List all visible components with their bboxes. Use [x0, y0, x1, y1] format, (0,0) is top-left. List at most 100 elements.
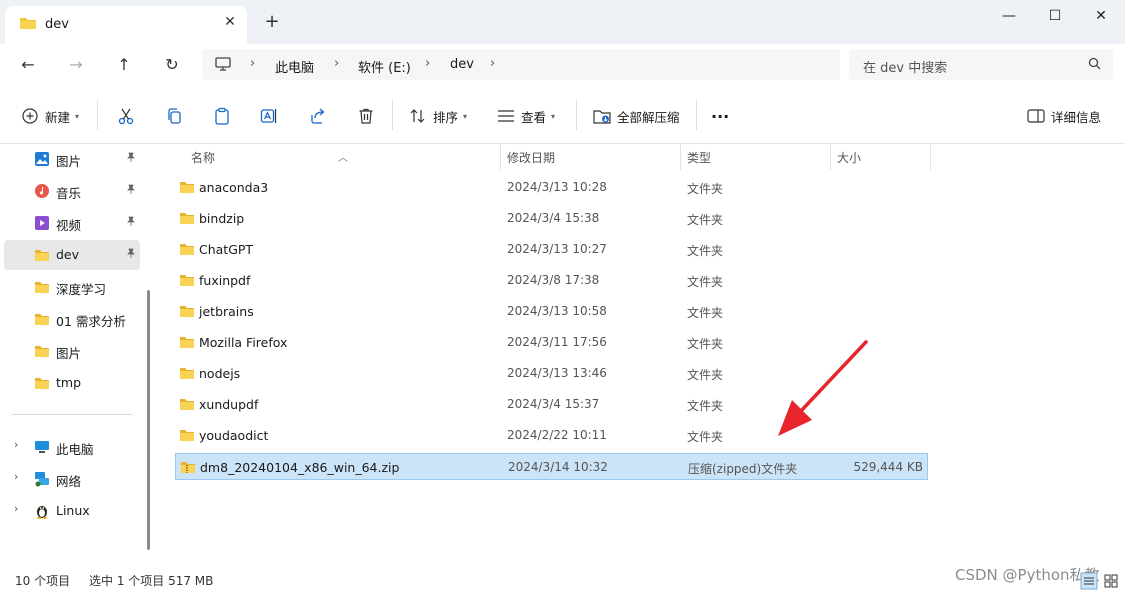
column-modified[interactable]: 修改日期: [507, 149, 555, 166]
file-name: anaconda3: [199, 180, 269, 195]
column-name[interactable]: 名称: [191, 149, 215, 166]
forward-button[interactable]: →: [61, 52, 91, 78]
folder-icon: [34, 247, 50, 263]
file-list: ︿ 名称 修改日期 类型 大小 anaconda3 2024/3/13 10:28…: [158, 144, 1125, 568]
details-view-icon[interactable]: [1080, 572, 1098, 590]
title-bar: dev ✕ + — ☐ ✕: [0, 0, 1125, 44]
address-bar[interactable]: › 此电脑 › 软件 (E:) › dev ›: [202, 49, 840, 80]
file-modified: 2024/3/4 15:38: [507, 211, 600, 225]
file-name: nodejs: [199, 366, 241, 381]
file-type: 文件夹: [687, 337, 724, 351]
sidebar-item-tmp[interactable]: tmp: [4, 368, 140, 398]
extract-all-button[interactable]: 全部解压缩: [593, 105, 680, 127]
sidebar-item-label: 图片: [56, 346, 82, 361]
sidebar-item-music[interactable]: 音乐: [4, 176, 140, 206]
back-button[interactable]: ←: [13, 52, 43, 78]
share-icon[interactable]: [308, 106, 328, 126]
sidebar-item-this-pc[interactable]: › 此电脑: [4, 432, 140, 462]
folder-icon: [179, 397, 195, 411]
search-input[interactable]: 在 dev 中搜索: [863, 57, 947, 76]
new-button[interactable]: 新建 ▾: [21, 105, 79, 127]
file-name: xundupdf: [199, 397, 259, 412]
breadcrumb-dev[interactable]: dev: [450, 57, 474, 72]
sidebar-item-label: 网络: [56, 474, 82, 489]
thumbnail-view-icon[interactable]: [1102, 572, 1120, 590]
cut-icon[interactable]: [116, 106, 136, 126]
chevron-down-icon: ▾: [75, 111, 80, 121]
folder-icon: [179, 304, 195, 318]
sidebar-item-network[interactable]: › 网络: [4, 464, 140, 494]
column-divider[interactable]: [500, 144, 501, 170]
extract-icon: [593, 107, 611, 125]
sidebar-item-videos[interactable]: 视频: [4, 208, 140, 238]
paste-icon[interactable]: [212, 106, 232, 126]
more-options-button[interactable]: ···: [711, 105, 729, 127]
details-pane-icon: [1027, 107, 1045, 125]
file-type: 文件夹: [687, 244, 724, 258]
column-type[interactable]: 类型: [687, 149, 711, 166]
table-row[interactable]: anaconda3 2024/3/13 10:28 文件夹: [175, 174, 928, 201]
plus-circle-icon: [21, 107, 39, 125]
file-type: 文件夹: [687, 430, 724, 444]
chevron-right-icon[interactable]: ›: [14, 502, 18, 515]
column-divider[interactable]: [680, 144, 681, 170]
new-tab-button[interactable]: +: [263, 12, 281, 32]
sidebar-item-pictures-folder[interactable]: 图片: [4, 336, 140, 366]
minimize-button[interactable]: —: [986, 4, 1032, 28]
table-row[interactable]: fuxinpdf 2024/3/8 17:38 文件夹: [175, 267, 928, 294]
file-modified: 2024/3/13 10:58: [507, 304, 607, 318]
item-count: 10 个项目: [15, 574, 71, 588]
view-button[interactable]: 查看 ▾: [497, 105, 555, 127]
up-button[interactable]: ↑: [109, 52, 139, 78]
sidebar-item-linux[interactable]: › Linux: [4, 496, 140, 526]
sidebar-scrollbar[interactable]: [147, 290, 150, 550]
chevron-right-icon[interactable]: ›: [14, 470, 18, 483]
column-size[interactable]: 大小: [837, 149, 861, 166]
sort-ascending-icon: ︿: [338, 153, 348, 164]
tab-close-icon[interactable]: ✕: [221, 14, 239, 30]
pin-icon: [126, 184, 136, 197]
maximize-button[interactable]: ☐: [1032, 4, 1078, 28]
file-modified: 2024/3/14 10:32: [508, 460, 608, 474]
search-icon: [1088, 57, 1101, 73]
table-row[interactable]: dm8_20240104_x86_win_64.zip 2024/3/14 10:…: [175, 453, 928, 480]
annotation-arrow: [778, 340, 868, 436]
file-modified: 2024/3/13 13:46: [507, 366, 607, 380]
rename-icon[interactable]: [259, 106, 279, 126]
sidebar-item-label: 图片: [56, 154, 82, 169]
column-divider[interactable]: [830, 144, 831, 170]
table-row[interactable]: bindzip 2024/3/4 15:38 文件夹: [175, 205, 928, 232]
file-type: 文件夹: [687, 306, 724, 320]
sidebar-item-pictures[interactable]: 图片: [4, 144, 140, 174]
sidebar-item-requirements[interactable]: 01 需求分析: [4, 304, 140, 334]
column-divider[interactable]: [930, 144, 931, 170]
folder-icon: [179, 273, 195, 287]
table-row[interactable]: jetbrains 2024/3/13 10:58 文件夹: [175, 298, 928, 325]
file-type: 文件夹: [687, 399, 724, 413]
close-window-button[interactable]: ✕: [1078, 4, 1124, 28]
table-row[interactable]: ChatGPT 2024/3/13 10:27 文件夹: [175, 236, 928, 263]
copy-icon[interactable]: [164, 106, 184, 126]
search-box[interactable]: 在 dev 中搜索: [849, 49, 1113, 80]
details-pane-button[interactable]: 详细信息: [1027, 105, 1101, 127]
tab-dev[interactable]: dev ✕: [5, 6, 247, 44]
breadcrumb-drive-e[interactable]: 软件 (E:): [358, 57, 411, 76]
breadcrumb-this-pc[interactable]: 此电脑: [275, 57, 314, 76]
list-view-icon: [497, 107, 515, 125]
breadcrumb-separator: ›: [425, 56, 431, 71]
sidebar-item-deep-learning[interactable]: 深度学习: [4, 272, 140, 302]
network-icon: [34, 471, 50, 487]
chevron-right-icon[interactable]: ›: [14, 438, 18, 451]
sidebar-item-dev[interactable]: dev: [4, 240, 140, 270]
refresh-button[interactable]: ↻: [157, 52, 187, 78]
zip-folder-icon: [180, 460, 196, 474]
sidebar-item-label: 深度学习: [56, 282, 107, 297]
folder-icon: [34, 311, 50, 327]
navigation-row: ← → ↑ ↻ › 此电脑 › 软件 (E:) › dev › 在 dev 中搜…: [0, 44, 1125, 86]
file-modified: 2024/2/22 10:11: [507, 428, 607, 442]
watermark: CSDN @Python私教: [955, 566, 1100, 584]
sort-button[interactable]: 排序 ▾: [409, 105, 467, 127]
sidebar-item-label: 视频: [56, 218, 82, 233]
folder-icon: [179, 211, 195, 225]
delete-icon[interactable]: [356, 106, 376, 126]
